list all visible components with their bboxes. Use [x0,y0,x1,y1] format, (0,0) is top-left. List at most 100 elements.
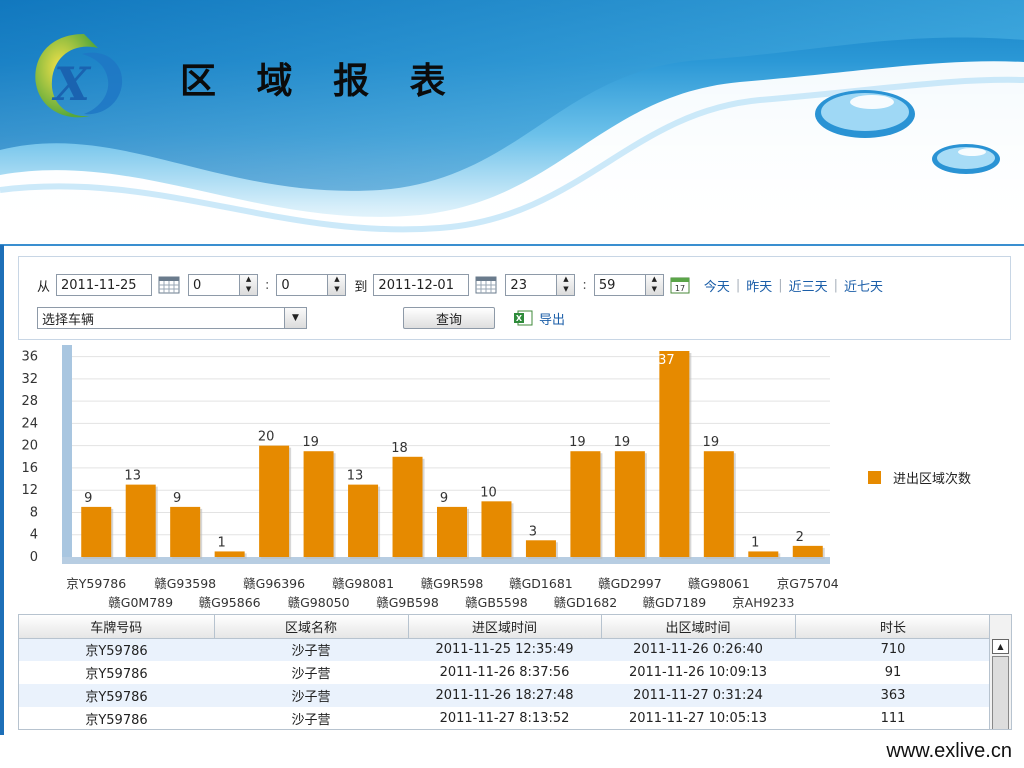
from-minute-stepper[interactable]: ▲▼ [276,274,347,296]
vehicle-select[interactable]: 选择车辆 ▼ [37,307,307,329]
bar-value-label: 19 [614,435,631,450]
scrollbar-thumb[interactable] [992,656,1009,729]
table-header-row: 车牌号码 区域名称 进区域时间 出区域时间 时长 [19,615,992,639]
table-cell: 沙子营 [214,707,408,729]
separator: | [833,277,839,293]
quick-yesterday-link[interactable]: 昨天 [746,276,772,295]
quick-seven-days-link[interactable]: 近七天 [844,276,883,295]
down-arrow-icon[interactable]: ▼ [557,285,574,295]
calendar-today-icon[interactable]: 17 [670,276,690,294]
x-tick-label: 京G75704 [777,576,839,591]
from-hour-input[interactable] [189,275,240,295]
up-arrow-icon[interactable]: ▲ [646,275,663,285]
bar-value-label: 13 [124,469,141,484]
header-banner: X 区 域 报 表 [0,0,1024,245]
column-header[interactable]: 车牌号码 [19,615,215,639]
to-label: 到 [354,279,368,295]
to-minute-input[interactable] [594,275,645,295]
table-row[interactable]: 京Y59786 沙子营 2011-11-27 8:13:52 2011-11-2… [19,707,991,729]
to-date-input[interactable] [373,274,470,296]
x-tick-label: 赣GD1681 [509,576,573,591]
table-cell: 2011-11-26 0:26:40 [601,638,795,661]
to-hour-input[interactable] [506,275,557,295]
y-tick-label: 28 [21,394,38,409]
search-button[interactable]: 查询 [403,307,495,329]
up-arrow-icon[interactable]: ▲ [240,275,257,285]
bar [659,351,690,557]
chevron-down-icon[interactable]: ▼ [284,308,306,328]
table-cell: 沙子营 [214,638,408,661]
y-tick-label: 24 [21,416,38,431]
table-cell: 2011-11-27 8:13:52 [408,707,601,729]
column-header[interactable]: 出区域时间 [601,615,796,639]
bar-value-label: 9 [440,491,448,506]
table-cell: 京Y59786 [19,684,214,707]
down-arrow-icon[interactable]: ▼ [646,285,663,295]
table-cell: 2011-11-26 18:27:48 [408,684,601,707]
table-row[interactable]: 京Y59786 沙子营 2011-11-26 18:27:48 2011-11-… [19,684,991,707]
table-cell: 2011-11-26 8:37:56 [408,661,601,684]
y-tick-label: 16 [21,461,38,476]
y-tick-label: 20 [21,439,38,454]
down-arrow-icon[interactable]: ▼ [240,285,257,295]
footer-url: www.exlive.cn [886,740,1012,762]
bar-value-label: 2 [796,530,804,545]
bar [214,551,245,557]
to-minute-stepper[interactable]: ▲▼ [593,274,664,296]
bar [81,506,112,557]
x-tick-label: 赣GD7189 [643,595,707,610]
from-date-input[interactable] [56,274,153,296]
column-header[interactable]: 时长 [795,615,992,639]
x-tick-label: 赣G96396 [243,576,305,591]
bar [748,551,779,557]
y-tick-label: 8 [30,505,38,520]
table-row[interactable]: 京Y59786 沙子营 2011-11-26 8:37:56 2011-11-2… [19,661,991,684]
column-header[interactable]: 区域名称 [214,615,409,639]
x-tick-label: 京AH9233 [732,595,794,610]
table-scrollbar[interactable]: ▲ [989,615,1011,729]
bar [170,506,201,557]
calendar-icon[interactable] [475,276,497,294]
table-cell: 2011-11-25 12:35:49 [408,638,601,661]
from-minute-input[interactable] [277,275,328,295]
legend-swatch [868,471,881,484]
table-row[interactable]: 京Y59786 沙子营 2011-11-25 12:35:49 2011-11-… [19,638,991,661]
column-header[interactable]: 进区域时间 [408,615,602,639]
table-cell: 91 [795,661,991,684]
table-cell: 2011-11-27 0:31:24 [601,684,795,707]
chart-legend: 进出区域次数 [868,468,971,487]
up-arrow-icon[interactable]: ▲ [557,275,574,285]
y-tick-label: 32 [21,372,38,387]
from-hour-stepper[interactable]: ▲▼ [188,274,259,296]
bar-value-label: 37 [658,353,675,368]
x-tick-label: 赣G0M789 [108,595,173,610]
to-hour-stepper[interactable]: ▲▼ [505,274,576,296]
x-axis-labels: 京Y59786 赣G93598 赣G96396 赣G98081 赣G9R598 赣GD16… [66,576,839,610]
quick-three-days-link[interactable]: 近三天 [789,276,828,295]
bar [570,451,601,557]
bar [481,501,512,557]
x-tick-label: 赣G98061 [688,576,750,591]
down-arrow-icon[interactable]: ▼ [328,285,345,295]
separator: | [735,277,741,293]
y-tick-label: 0 [30,550,38,565]
calendar-icon[interactable] [158,276,180,294]
bar-value-label: 1 [218,535,226,550]
scroll-up-icon[interactable]: ▲ [992,639,1009,654]
bar [125,484,156,557]
y-tick-label: 12 [21,483,38,498]
bar-value-label: 19 [569,435,586,450]
bar-value-label: 9 [173,491,181,506]
bar [437,506,467,557]
excel-export-icon: X [514,310,533,326]
up-arrow-icon[interactable]: ▲ [328,275,345,285]
table-cell: 京Y59786 [19,661,214,684]
x-tick-label: 赣G93598 [154,576,216,591]
bar [614,451,645,557]
bar-value-label: 13 [347,469,364,484]
bar [259,445,290,557]
export-button[interactable]: X 导出 [513,309,565,328]
x-tick-label: 赣GB5598 [465,595,528,610]
bar-value-label: 19 [302,435,319,450]
quick-today-link[interactable]: 今天 [704,276,730,295]
